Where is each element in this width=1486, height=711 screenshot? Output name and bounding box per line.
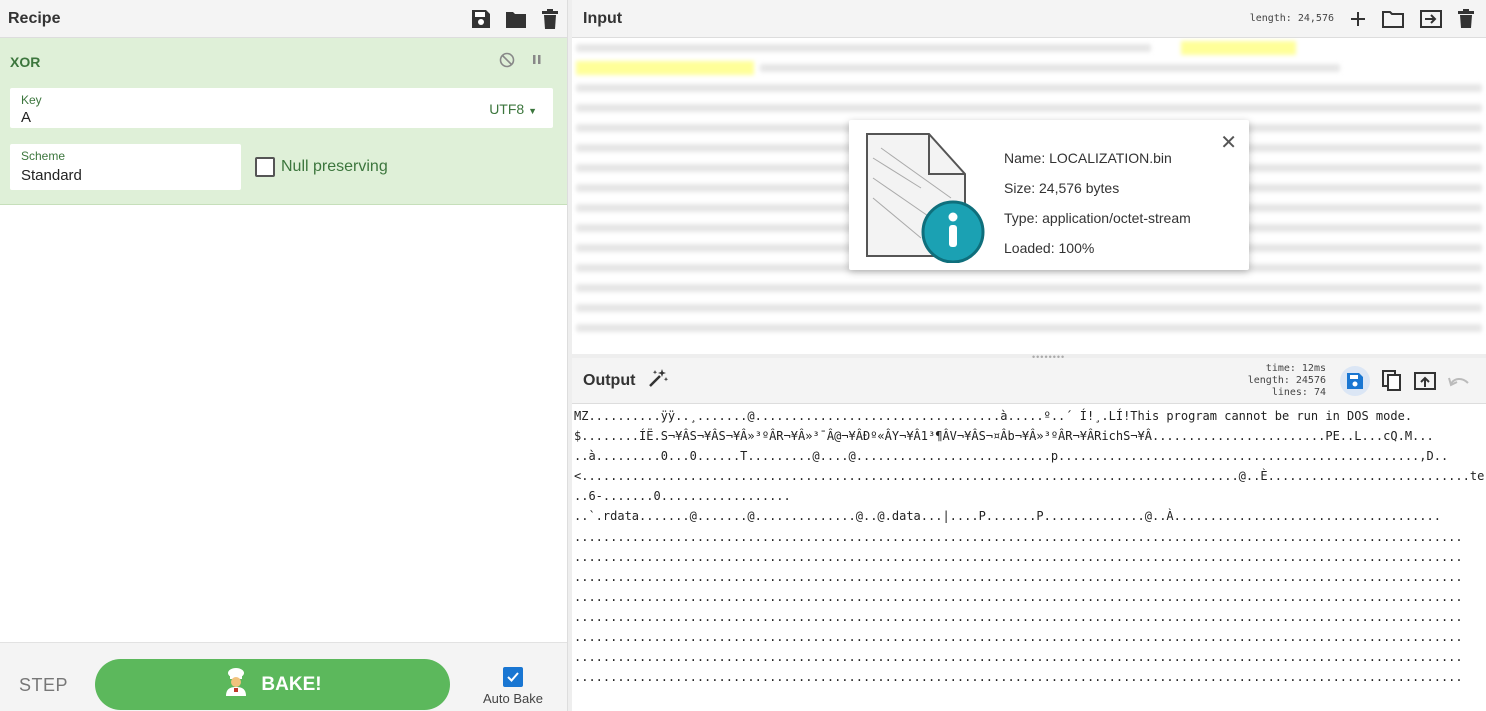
- blurred-line: [576, 318, 1482, 338]
- output-line: ..`.rdata.......@.......@..............@…: [574, 509, 1441, 524]
- output-header: Output time: 12ms length: 24576 lines: 74: [572, 358, 1486, 404]
- blurred-line: [576, 38, 1482, 58]
- output-line: ........................................…: [574, 650, 1463, 665]
- file-type-label: Type:: [1004, 210, 1039, 226]
- blurred-line: [576, 98, 1482, 118]
- save-icon[interactable]: [471, 9, 491, 29]
- scheme-value: Standard: [21, 167, 82, 184]
- input-title: Input: [583, 9, 623, 27]
- null-preserving-checkbox[interactable]: [255, 157, 275, 177]
- output-line: <.......................................…: [574, 469, 1485, 484]
- time-value: 12ms: [1301, 362, 1326, 374]
- file-name-label: Name:: [1004, 150, 1046, 166]
- file-size-label: Size:: [1004, 180, 1036, 196]
- key-encoding-dropdown[interactable]: UTF8 ▼: [489, 101, 537, 117]
- file-name: LOCALIZATION.bin: [1049, 150, 1172, 166]
- length-label: length:: [1247, 374, 1290, 386]
- copy-icon[interactable]: [1382, 369, 1402, 392]
- output-stats: time: 12ms length: 24576 lines: 74: [1248, 363, 1326, 399]
- trash-icon[interactable]: [1458, 9, 1474, 28]
- auto-bake-label: Auto Bake: [483, 691, 543, 706]
- operation-title: XOR: [10, 54, 41, 70]
- folder-icon[interactable]: [505, 9, 527, 29]
- file-info-icon: [861, 128, 991, 268]
- disable-icon[interactable]: [499, 52, 515, 73]
- file-details-card: Name: LOCALIZATION.bin Size: 24,576 byte…: [849, 120, 1249, 270]
- key-label: Key: [21, 93, 42, 107]
- input-length-value: 24,576: [1297, 13, 1334, 24]
- output-line: $........ÍË.S¬¥ÂS¬¥ÂS¬¥Â»³ºÂR¬¥Â»³¯Â@¬¥Â…: [574, 429, 1434, 444]
- blurred-line: [576, 58, 1482, 78]
- open-file-icon[interactable]: [1420, 9, 1442, 28]
- step-button[interactable]: STEP: [19, 675, 68, 696]
- file-info-list: Name: LOCALIZATION.bin Size: 24,576 byte…: [1004, 143, 1191, 263]
- output-line: ........................................…: [574, 670, 1463, 685]
- input-header: Input length: 24,576: [572, 0, 1486, 38]
- key-input[interactable]: A: [21, 109, 31, 126]
- lines-label: lines:: [1271, 386, 1308, 398]
- caret-down-icon: ▼: [528, 106, 537, 116]
- key-field[interactable]: Key A UTF8 ▼: [10, 88, 553, 128]
- bake-button[interactable]: BAKE!: [95, 659, 450, 710]
- output-line: ........................................…: [574, 589, 1463, 604]
- save-output-icon[interactable]: [1340, 365, 1370, 396]
- output-line: MZ..........ÿÿ..¸.......@...............…: [574, 409, 1413, 423]
- add-icon[interactable]: [1350, 11, 1366, 27]
- output-line: ........................................…: [574, 549, 1463, 564]
- output-line: ........................................…: [574, 529, 1463, 544]
- chef-icon: [223, 667, 249, 703]
- file-type-row: Type: application/octet-stream: [1004, 203, 1191, 233]
- blurred-line: [576, 78, 1482, 98]
- null-preserving-option[interactable]: Null preserving: [255, 157, 388, 177]
- input-length-label: length:: [1249, 13, 1292, 24]
- output-line: ........................................…: [574, 609, 1463, 624]
- blurred-line: [576, 298, 1482, 318]
- length-value: 24576: [1295, 374, 1326, 386]
- output-panel: Output time: 12ms length: 24576 lines: 74: [572, 358, 1486, 711]
- null-preserving-label: Null preserving: [281, 158, 388, 175]
- open-folder-icon[interactable]: [1382, 10, 1404, 28]
- undo-icon[interactable]: [1448, 374, 1470, 388]
- output-line: ........................................…: [574, 569, 1463, 584]
- recipe-controls: STEP BAKE! Auto Bake: [0, 642, 567, 711]
- output-text[interactable]: MZ..........ÿÿ..¸.......@...............…: [572, 404, 1486, 711]
- output-line: ..à.........0...0......T.........@....@.…: [574, 449, 1449, 464]
- file-type: application/octet-stream: [1042, 210, 1191, 226]
- close-icon[interactable]: ✕: [1220, 130, 1237, 155]
- auto-bake-checkbox[interactable]: [503, 667, 523, 687]
- file-loaded: 100%: [1058, 240, 1095, 256]
- bake-label: BAKE!: [261, 673, 322, 695]
- time-label: time:: [1265, 362, 1296, 374]
- output-title: Output: [583, 371, 636, 389]
- magic-wand-icon[interactable]: [647, 367, 669, 394]
- file-size: 24,576 bytes: [1039, 180, 1120, 196]
- pause-icon[interactable]: [529, 52, 545, 73]
- key-encoding-label: UTF8: [489, 101, 525, 117]
- recipe-panel: Recipe XOR Key A UTF8 ▼ Scheme Standard …: [0, 0, 567, 711]
- output-line: ..6-.......0..................: [574, 489, 791, 504]
- recipe-title: Recipe: [8, 9, 61, 27]
- file-loaded-row: Loaded: 100%: [1004, 233, 1191, 263]
- auto-bake-option[interactable]: Auto Bake: [478, 667, 548, 706]
- scheme-label: Scheme: [21, 149, 66, 163]
- input-length: length: 24,576: [1250, 13, 1334, 24]
- xor-operation[interactable]: XOR Key A UTF8 ▼ Scheme Standard Null pr…: [0, 38, 567, 205]
- file-size-row: Size: 24,576 bytes: [1004, 173, 1191, 203]
- output-line: ........................................…: [574, 630, 1463, 645]
- file-loaded-label: Loaded:: [1004, 240, 1055, 256]
- scheme-select[interactable]: Scheme Standard: [10, 144, 241, 190]
- trash-icon[interactable]: [541, 8, 559, 29]
- blurred-line: [576, 278, 1482, 298]
- lines-value: 74: [1313, 386, 1326, 398]
- replace-input-icon[interactable]: [1414, 371, 1436, 390]
- file-name-row: Name: LOCALIZATION.bin: [1004, 143, 1191, 173]
- recipe-header: Recipe: [0, 0, 567, 38]
